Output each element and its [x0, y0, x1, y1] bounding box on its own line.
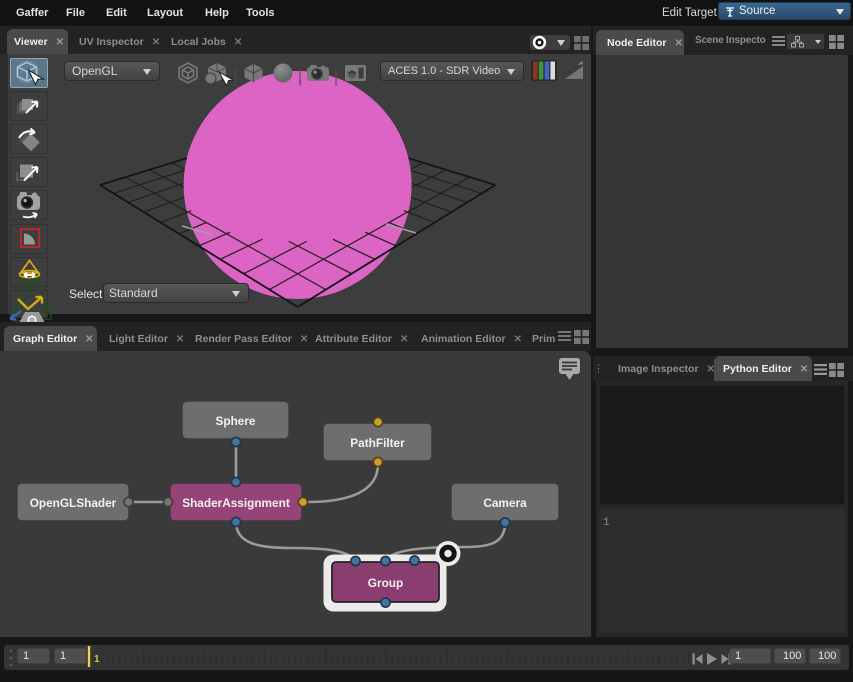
svg-text:Sphere: Sphere: [216, 414, 256, 428]
svg-text:Group: Group: [368, 576, 403, 590]
svg-text:1: 1: [94, 654, 100, 665]
svg-text:Camera: Camera: [483, 496, 527, 510]
svg-text:OpenGLShader: OpenGLShader: [30, 496, 117, 510]
svg-text:PathFilter: PathFilter: [350, 436, 405, 450]
svg-text:ShaderAssignment: ShaderAssignment: [182, 496, 290, 510]
